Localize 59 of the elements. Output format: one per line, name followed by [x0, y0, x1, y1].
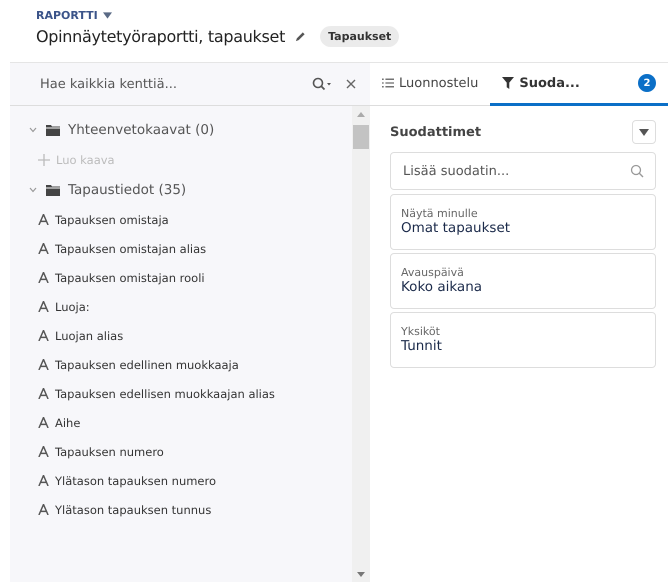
- folder-icon: [46, 184, 60, 196]
- scroll-down-icon[interactable]: [357, 572, 365, 577]
- filter-label: Näytä minulle: [401, 207, 479, 220]
- scrollbar[interactable]: [352, 106, 370, 582]
- text-field-icon: [38, 446, 49, 457]
- filter-label: Avauspäivä: [401, 266, 465, 279]
- tree-item[interactable]: Luojan alias: [10, 321, 352, 350]
- tab[interactable]: Suoda... 2: [490, 63, 668, 106]
- folder-icon: [46, 124, 60, 136]
- tree-item[interactable]: Tapauksen omistajan rooli: [10, 263, 352, 292]
- filter-card[interactable]: Näytä minulle Omat tapaukset: [390, 194, 656, 250]
- text-field-icon: [38, 330, 49, 341]
- filter-card[interactable]: Avauspäivä Koko aikana: [390, 253, 656, 309]
- list-icon: [382, 77, 394, 89]
- filter-label: Yksiköt: [401, 325, 441, 338]
- text-field-icon: [38, 417, 49, 428]
- tree-item[interactable]: Luoja:: [10, 292, 352, 321]
- text-field-icon: [38, 301, 49, 312]
- report-type-label: RAPORTTI: [36, 9, 98, 22]
- search-icon: [630, 164, 644, 178]
- text-field-icon: [38, 388, 49, 399]
- tree-item[interactable]: Tapauksen edellinen muokkaaja: [10, 350, 352, 379]
- tree-folder[interactable]: Tapaustiedot (35): [10, 174, 352, 205]
- tree-item[interactable]: Aihe: [10, 408, 352, 437]
- menu-button[interactable]: [632, 120, 656, 144]
- text-field-icon: [38, 475, 49, 486]
- tree-item[interactable]: Ylätason tapauksen numero: [10, 466, 352, 495]
- filter-value: Tunnit: [401, 338, 443, 354]
- filter-search-field[interactable]: Lisää suodatin...: [390, 152, 656, 190]
- report-title: Opinnäytetyöraportti, tapaukset: [36, 27, 286, 46]
- pencil-icon[interactable]: [295, 31, 306, 42]
- caret-icon: [639, 128, 649, 136]
- text-field-icon: [38, 272, 49, 283]
- tree-item[interactable]: Ylätason tapauksen tunnus: [10, 495, 352, 524]
- tree-item[interactable]: Tapauksen edellisen muokkaajan alias: [10, 379, 352, 408]
- scrollbar-thumb[interactable]: [353, 125, 369, 149]
- report-type-badge: Tapaukset: [320, 26, 400, 47]
- scroll-up-icon[interactable]: [357, 112, 365, 117]
- filter-value: Koko aikana: [401, 279, 484, 295]
- field-search-bar[interactable]: Hae kaikkia kenttiä...: [10, 63, 370, 106]
- filter-value: Omat tapaukset: [401, 220, 512, 236]
- tab[interactable]: Luonnostelu: [370, 63, 490, 106]
- filters-heading: Suodattimet: [390, 124, 482, 140]
- tree-item[interactable]: Tapauksen omistaja: [10, 205, 352, 234]
- tree-item[interactable]: Tapauksen numero: [10, 437, 352, 466]
- text-field-icon: [38, 504, 49, 515]
- text-field-icon: [38, 214, 49, 225]
- search-field[interactable]: Hae kaikkia kenttiä...: [38, 76, 312, 92]
- text-field-icon: [38, 243, 49, 254]
- text-field-icon: [38, 359, 49, 370]
- tree-folder[interactable]: Yhteenvetokaavat (0): [10, 114, 352, 145]
- count-badge: 2: [638, 74, 656, 92]
- search-icon[interactable]: [312, 77, 332, 91]
- plus-icon: [38, 154, 50, 166]
- filter-card[interactable]: Yksiköt Tunnit: [390, 312, 656, 368]
- filter-icon: [502, 77, 514, 89]
- close-icon[interactable]: [346, 79, 356, 89]
- dropdown-icon[interactable]: [102, 12, 112, 19]
- tree-item[interactable]: Tapauksen omistajan alias: [10, 234, 352, 263]
